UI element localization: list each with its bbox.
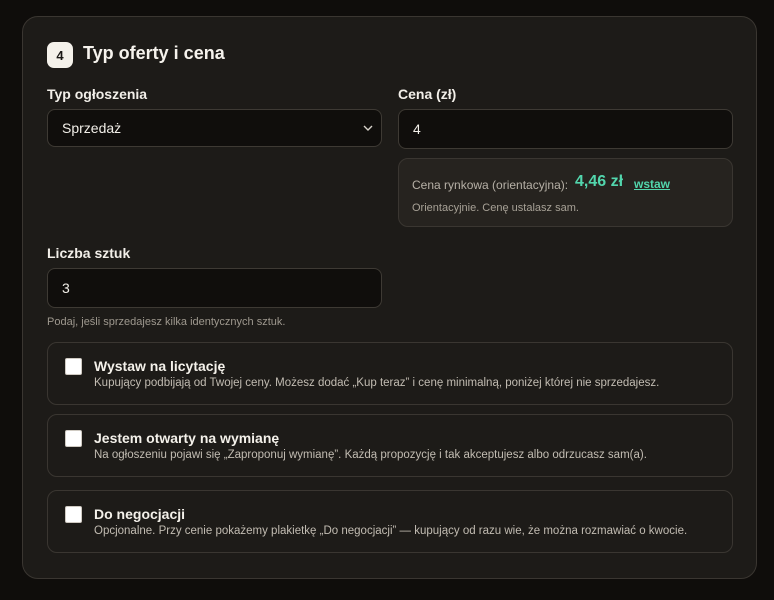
market-price-note: Orientacyjnie. Cenę ustalasz sam. (412, 202, 579, 214)
step-number-badge: 4 (47, 42, 73, 68)
exchange-checkbox[interactable] (65, 430, 82, 447)
negotiable-option-description: Opcjonalne. Przy cenie pokażemy plakietk… (94, 525, 688, 537)
chevron-down-icon (363, 125, 373, 131)
exchange-option[interactable]: Jestem otwarty na wymianę Na ogłoszeniu … (47, 414, 733, 477)
offer-type-select[interactable]: Sprzedaż (47, 109, 382, 147)
auction-option-description: Kupujący podbijają od Twojej ceny. Możes… (94, 377, 660, 389)
quantity-input[interactable]: 3 (47, 268, 382, 308)
quantity-input-value: 3 (62, 280, 70, 296)
negotiable-checkbox[interactable] (65, 506, 82, 523)
offer-type-price-card: 4 Typ oferty i cena Typ ogłoszenia Sprze… (22, 16, 757, 579)
auction-option-title: Wystaw na licytację (94, 358, 226, 374)
section-title: Typ oferty i cena (83, 43, 225, 63)
negotiable-option[interactable]: Do negocjacji Opcjonalne. Przy cenie pok… (47, 490, 733, 553)
price-input[interactable]: 4 (398, 109, 733, 149)
insert-market-price-link[interactable]: wstaw (634, 177, 670, 191)
exchange-option-description: Na ogłoszeniu pojawi się „Zaproponuj wym… (94, 449, 647, 461)
market-price-box: Cena rynkowa (orientacyjna): 4,46 zł wst… (398, 158, 733, 227)
price-input-value: 4 (413, 121, 421, 137)
negotiable-option-title: Do negocjacji (94, 506, 186, 522)
auction-option[interactable]: Wystaw na licytację Kupujący podbijają o… (47, 342, 733, 405)
price-label: Cena (zł) (398, 86, 457, 102)
market-price-value: 4,46 zł (575, 173, 624, 190)
offer-type-selected-value: Sprzedaż (62, 120, 122, 136)
market-price-label: Cena rynkowa (orientacyjna): (412, 178, 569, 192)
quantity-hint: Podaj, jeśli sprzedajesz kilka identyczn… (47, 316, 286, 328)
offer-type-label: Typ ogłoszenia (47, 86, 148, 102)
quantity-label: Liczba sztuk (47, 245, 131, 261)
exchange-option-title: Jestem otwarty na wymianę (94, 430, 280, 446)
auction-checkbox[interactable] (65, 358, 82, 375)
